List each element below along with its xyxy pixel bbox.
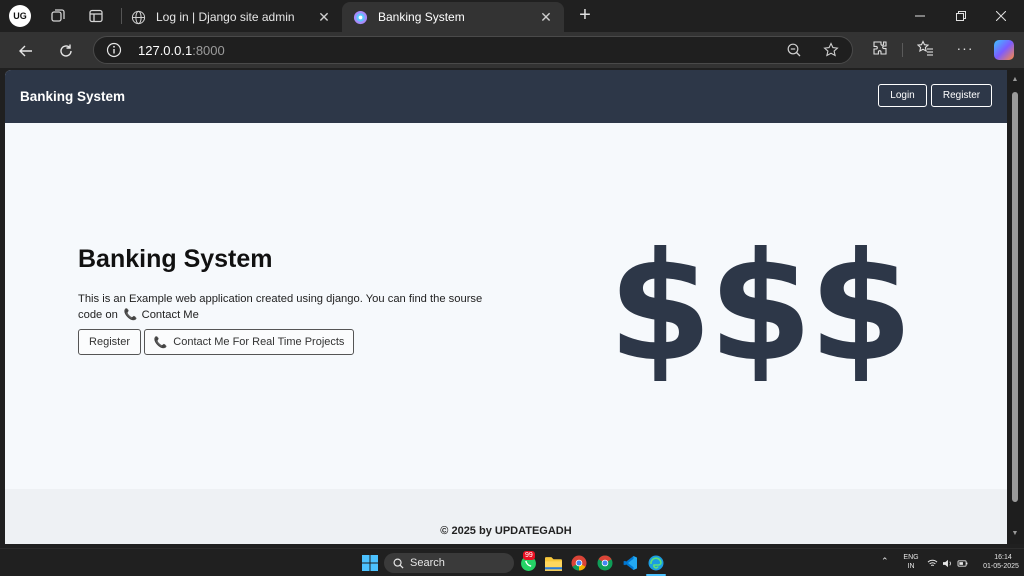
close-tab-icon[interactable]: ✕ xyxy=(316,9,332,25)
browser-toolbar: 127.0.0.1:8000 ··· xyxy=(0,32,1024,68)
search-icon xyxy=(393,558,404,569)
clock-time[interactable]: 16:14 xyxy=(983,554,1023,561)
volume-icon[interactable] xyxy=(941,554,953,572)
page-scrollbar[interactable]: ▲ ▼ xyxy=(1007,70,1024,544)
close-tab-icon[interactable]: ✕ xyxy=(538,9,554,25)
site-brand[interactable]: Banking System xyxy=(20,89,125,104)
favorites-icon[interactable] xyxy=(915,38,935,58)
more-icon[interactable]: ··· xyxy=(955,38,975,58)
language-top[interactable]: ENG xyxy=(900,554,922,561)
chrome-icon[interactable] xyxy=(570,554,588,572)
url-port: :8000 xyxy=(192,43,225,58)
hero-section: Banking System This is an Example web ap… xyxy=(5,123,1007,489)
contact-me-link[interactable]: Contact Me xyxy=(142,309,199,321)
hero-title: Banking System xyxy=(78,245,273,273)
extensions-icon[interactable] xyxy=(870,38,890,58)
site-footer: © 2025 by UPDATEGADH xyxy=(5,489,1007,544)
register-nav-button[interactable]: Register xyxy=(931,84,992,107)
windows-start-icon[interactable] xyxy=(361,554,379,572)
battery-icon[interactable] xyxy=(956,554,968,572)
contact-projects-button[interactable]: 📞 Contact Me For Real Time Projects xyxy=(144,329,354,355)
scroll-up-icon[interactable]: ▲ xyxy=(1011,76,1019,83)
star-icon[interactable] xyxy=(823,42,839,58)
site-favicon-icon xyxy=(352,9,368,25)
scroll-thumb[interactable] xyxy=(1012,92,1018,502)
tab-title: Banking System xyxy=(378,10,465,24)
url-host: 127.0.0.1 xyxy=(138,43,193,58)
windows-taskbar: Search 99 ⌃ ENG IN 16:14 01-05-2025 xyxy=(0,548,1024,576)
footer-copyright: © 2025 by UPDATEGADH xyxy=(440,525,572,537)
hero-register-button[interactable]: Register xyxy=(78,329,141,355)
phone-icon: 📞 xyxy=(153,336,168,349)
workspaces-icon[interactable] xyxy=(46,4,70,28)
tab-banking-system[interactable]: Banking System ✕ xyxy=(342,2,564,32)
login-button[interactable]: Login xyxy=(878,84,927,107)
minimize-button[interactable] xyxy=(897,0,943,32)
tray-overflow-icon[interactable]: ⌃ xyxy=(881,556,889,567)
vscode-icon[interactable] xyxy=(621,554,639,572)
dollar-signs-graphic: $$$ xyxy=(608,221,913,395)
close-window-button[interactable] xyxy=(978,0,1024,32)
wifi-icon[interactable] xyxy=(926,554,938,572)
edge-icon[interactable] xyxy=(647,554,665,572)
clock-date[interactable]: 01-05-2025 xyxy=(978,563,1024,570)
address-bar[interactable]: 127.0.0.1:8000 xyxy=(93,36,853,64)
chrome-profile-icon[interactable] xyxy=(596,554,614,572)
page-viewport: Banking System Login Register Banking Sy… xyxy=(5,70,1007,544)
scroll-down-icon[interactable]: ▼ xyxy=(1011,530,1019,537)
contact-projects-label: Contact Me For Real Time Projects xyxy=(173,336,345,348)
language-bottom[interactable]: IN xyxy=(900,563,922,570)
site-navbar: Banking System Login Register xyxy=(5,70,1007,123)
hero-description: This is an Example web application creat… xyxy=(78,291,498,323)
hero-description-text: This is an Example web application creat… xyxy=(78,293,483,321)
zoom-out-icon[interactable] xyxy=(786,42,802,58)
refresh-icon[interactable] xyxy=(53,38,79,64)
info-icon[interactable] xyxy=(106,42,122,58)
tab-django-admin[interactable]: Log in | Django site admin ✕ xyxy=(120,2,342,32)
tab-title: Log in | Django site admin xyxy=(156,10,295,24)
copilot-icon[interactable] xyxy=(994,40,1014,60)
globe-icon xyxy=(130,9,146,25)
back-icon[interactable] xyxy=(13,38,39,64)
new-tab-button[interactable]: + xyxy=(574,5,596,27)
taskbar-search[interactable]: Search xyxy=(384,553,514,573)
url-text: 127.0.0.1:8000 xyxy=(138,43,225,58)
folder-icon[interactable] xyxy=(544,554,562,572)
browser-tab-strip: UG Log in | Django site admin ✕ Banking … xyxy=(0,0,1024,32)
tab-actions-icon[interactable] xyxy=(84,4,108,28)
toolbar-divider xyxy=(902,43,903,57)
search-placeholder: Search xyxy=(410,557,445,569)
profile-avatar[interactable]: UG xyxy=(9,5,31,27)
notification-badge: 99 xyxy=(523,551,535,560)
phone-icon: 📞 xyxy=(123,309,138,321)
